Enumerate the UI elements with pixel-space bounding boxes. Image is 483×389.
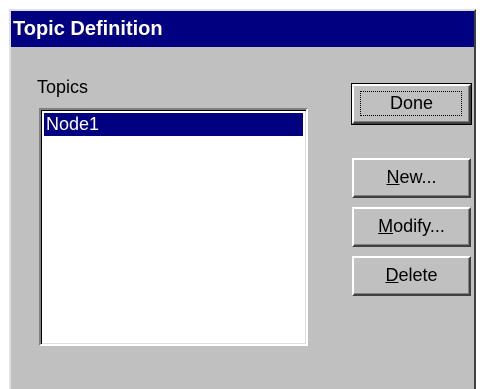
modify-button-label: Modify... — [378, 216, 445, 236]
list-item[interactable]: Node1 — [44, 113, 303, 136]
modify-button-accel: M — [378, 216, 394, 236]
done-button[interactable]: Done — [351, 83, 472, 125]
dialog-title-bar[interactable]: Topic Definition — [11, 11, 474, 47]
delete-button-accel: D — [385, 265, 399, 285]
new-button-label: New... — [386, 167, 436, 187]
delete-button-label: Delete — [385, 265, 437, 285]
done-button-label: Done — [389, 93, 434, 113]
dialog-title: Topic Definition — [13, 18, 163, 40]
new-button-accel: N — [386, 167, 400, 187]
modify-button[interactable]: Modify... — [352, 207, 471, 247]
delete-button[interactable]: Delete — [352, 256, 471, 296]
topics-label: Topics — [37, 77, 89, 97]
new-button[interactable]: New... — [352, 158, 471, 198]
new-button-label-rest: ew... — [399, 167, 437, 187]
topic-definition-dialog: Topic Definition Topics Node1 Done New..… — [9, 9, 476, 389]
delete-button-label-rest: elete — [398, 265, 438, 285]
topics-listbox[interactable]: Node1 — [39, 108, 308, 346]
modify-button-label-rest: odify... — [393, 216, 445, 236]
